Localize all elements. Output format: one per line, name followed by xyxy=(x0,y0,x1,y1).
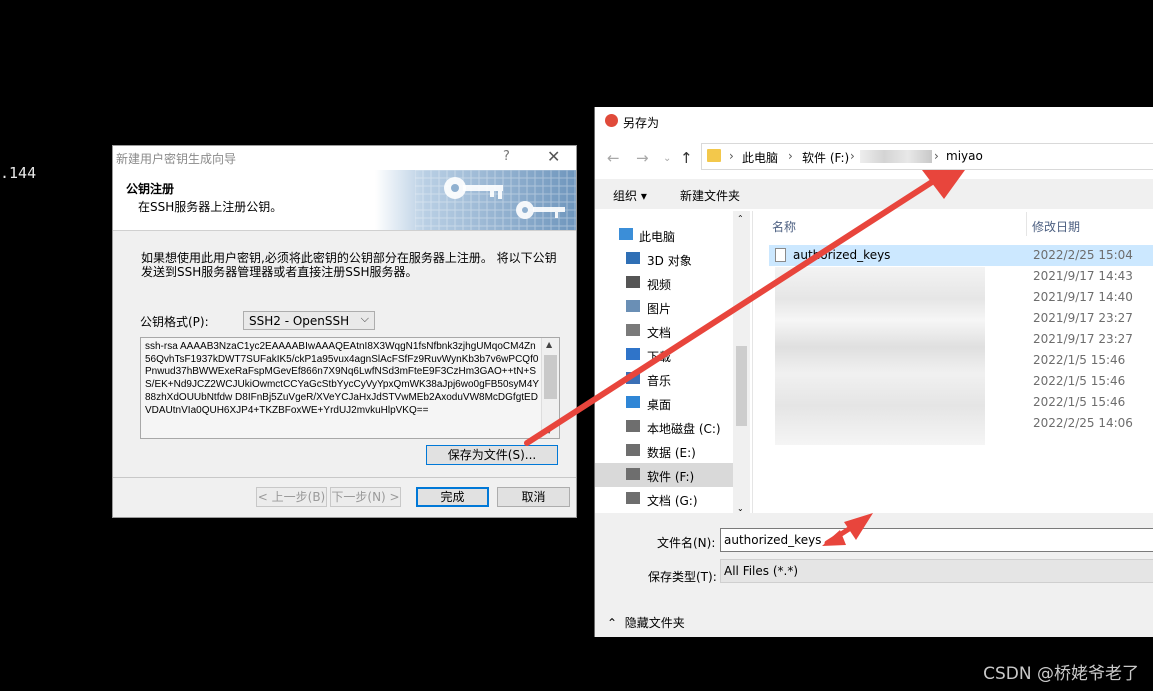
annotation-arrows xyxy=(524,170,965,546)
arrow-to-address-line xyxy=(524,179,935,446)
arrow-head-icon xyxy=(844,513,873,540)
